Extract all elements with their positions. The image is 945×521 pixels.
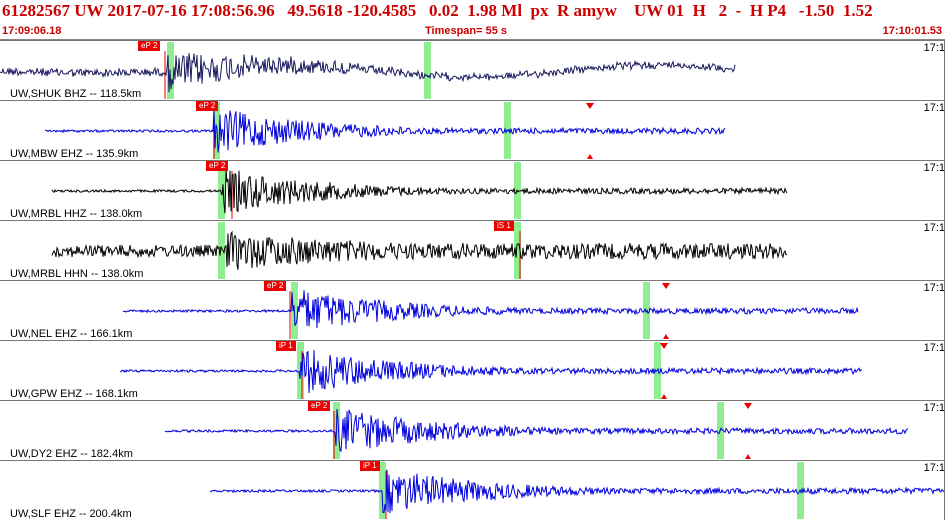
waveform — [209, 462, 945, 519]
end-time: 17:10:01.53 — [882, 25, 942, 37]
phase-pick-marker[interactable]: eP 2 — [138, 41, 161, 51]
seismogram-traces[interactable]: eP 2 17:1 UW,SHUK BHZ -- 118.5km eP 2 17… — [0, 40, 945, 520]
analysis-window — [424, 42, 431, 99]
phase-pick-marker[interactable]: eP 2 — [308, 401, 331, 411]
phase-pick-marker[interactable]: iP 1 — [360, 461, 380, 471]
time-tick-label: 17:1 — [923, 162, 945, 174]
event-summary-title: 61282567 UW 2017-07-16 17:08:56.96 49.56… — [2, 1, 873, 20]
time-tick-label: 17:1 — [923, 462, 945, 474]
s-arrival-marker — [662, 283, 670, 289]
time-tick-label: 17:1 — [923, 402, 945, 414]
time-tick-label: 17:1 — [923, 102, 945, 114]
time-tick-label: 17:1 — [923, 222, 945, 234]
waveform — [164, 402, 909, 459]
trace-panel[interactable]: eP 2 17:1 UW,DY2 EHZ -- 182.4km — [0, 400, 945, 460]
s-arrival-marker — [586, 103, 594, 109]
timespan-label: Timespan= 55 s — [425, 25, 508, 37]
trace-panel[interactable]: iP 1 17:1 UW,SLF EHZ -- 200.4km — [0, 460, 945, 520]
waveform — [119, 342, 863, 399]
event-header: 61282567 UW 2017-07-16 17:08:56.96 49.56… — [0, 0, 945, 22]
s-arrival-marker — [660, 343, 668, 349]
s-arrival-marker — [744, 403, 752, 409]
time-bar: 17:09:06.18 Timespan= 55 s 17:10:01.53 — [0, 24, 945, 40]
phase-pick-marker[interactable]: eP 2 — [206, 161, 229, 171]
station-label: UW,DY2 EHZ -- 182.4km — [10, 448, 133, 460]
waveform-trace — [51, 230, 788, 270]
phase-pick-marker[interactable]: eP 2 — [196, 101, 219, 111]
waveform-trace — [51, 167, 788, 214]
trace-panel[interactable]: iP 1 17:1 UW,GPW EHZ -- 168.1km — [0, 340, 945, 400]
s-arrival-marker — [661, 394, 667, 399]
station-label: UW,SHUK BHZ -- 118.5km — [10, 88, 142, 100]
waveform — [44, 102, 726, 159]
station-label: UW,SLF EHZ -- 200.4km — [10, 508, 132, 520]
waveform-trace — [119, 350, 863, 394]
waveform-trace — [44, 109, 726, 153]
station-label: UW,GPW EHZ -- 168.1km — [10, 388, 138, 400]
time-tick-label: 17:1 — [923, 342, 945, 354]
station-label: UW,MBW EHZ -- 135.9km — [10, 148, 139, 160]
phase-pick-marker[interactable]: eP 2 — [264, 281, 287, 291]
trace-panel[interactable]: eP 2 17:1 UW,MRBL HHZ -- 138.0km — [0, 160, 945, 220]
s-arrival-marker — [587, 154, 593, 159]
station-label: UW,NEL EHZ -- 166.1km — [10, 328, 133, 340]
waveform-trace — [209, 469, 945, 514]
waveform-trace — [164, 409, 909, 453]
trace-panel[interactable]: eP 2 17:1 UW,SHUK BHZ -- 118.5km — [0, 40, 945, 100]
time-tick-label: 17:1 — [923, 42, 945, 54]
trace-panel[interactable]: iS 1 17:1 UW,MRBL HHN -- 138.0km — [0, 220, 945, 280]
waveform — [122, 282, 859, 339]
start-time: 17:09:06.18 — [2, 25, 62, 37]
s-arrival-marker — [663, 334, 669, 339]
station-label: UW,MRBL HHN -- 138.0km — [10, 268, 144, 280]
s-arrival-marker — [745, 454, 751, 459]
waveform-trace — [122, 290, 859, 329]
waveform-trace — [0, 53, 736, 93]
trace-panel[interactable]: eP 2 17:1 UW,MBW EHZ -- 135.9km — [0, 100, 945, 160]
phase-pick-marker[interactable]: iS 1 — [494, 221, 514, 231]
phase-pick-marker[interactable]: iP 1 — [276, 341, 296, 351]
time-tick-label: 17:1 — [923, 282, 945, 294]
trace-panel[interactable]: eP 2 17:1 UW,NEL EHZ -- 166.1km — [0, 280, 945, 340]
station-label: UW,MRBL HHZ -- 138.0km — [10, 208, 143, 220]
